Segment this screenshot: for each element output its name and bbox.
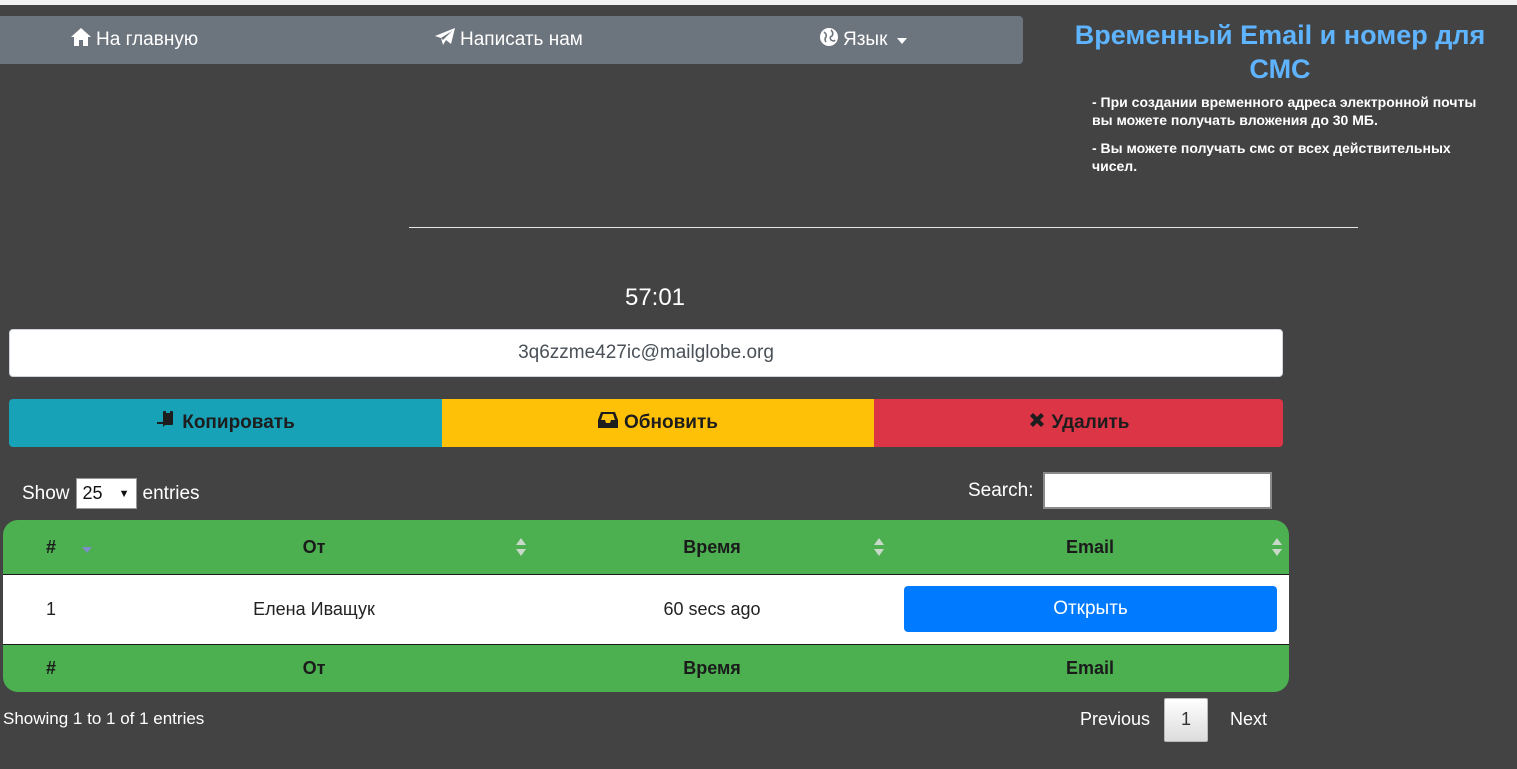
refresh-button[interactable]: Обновить (442, 399, 874, 447)
show-label: Show (22, 482, 70, 504)
col-header-time-label: Время (683, 536, 741, 557)
table-search: Search: (968, 472, 1273, 509)
countdown-timer: 57:01 (624, 284, 686, 311)
inbox-icon (598, 411, 619, 435)
nav-contact-label: Написать нам (460, 29, 583, 50)
nav-language-label: Язык (843, 29, 888, 50)
table-footer: # От Время Email (3, 644, 1289, 692)
delete-button-label: Удалить (1051, 412, 1130, 433)
page-size-select[interactable]: 25 ▼ (75, 478, 137, 509)
chevron-down-icon: ▼ (118, 487, 130, 500)
nav-home-label: На главную (96, 29, 199, 50)
navbar: На главную Написать нам Язык (0, 16, 1023, 64)
footer-number: # (45, 658, 56, 678)
info-note-attachments: - При создании временного адреса электро… (1092, 94, 1477, 128)
pagination: Previous 1 Next (1066, 697, 1281, 742)
open-message-button[interactable]: Открыть (904, 586, 1277, 632)
top-border (0, 0, 1517, 5)
footer-time: Время (683, 658, 741, 678)
col-header-from[interactable]: От (99, 520, 529, 574)
col-header-from-label: От (302, 536, 326, 557)
sort-icon (874, 538, 884, 556)
close-icon (1028, 411, 1046, 435)
footer-email: Email (1065, 658, 1115, 678)
cell-time: 60 secs ago (663, 599, 761, 619)
col-header-time[interactable]: Время (529, 520, 895, 574)
cell-from: Елена Иващук (253, 599, 375, 619)
cell-number: 1 (45, 599, 56, 619)
info-note-sms: - Вы можете получать смс от всех действи… (1092, 140, 1451, 174)
table-row: 1 Елена Иващук 60 secs ago Открыть (3, 575, 1289, 644)
temp-email-field[interactable]: 3q6zzme427ic@mailglobe.org (9, 329, 1283, 377)
page-size-control: Show 25 ▼ entries (22, 478, 200, 509)
sort-icon (82, 538, 92, 556)
col-header-email-label: Email (1065, 536, 1115, 557)
paper-plane-icon (434, 27, 456, 53)
nav-language-dropdown[interactable]: Язык (819, 16, 908, 64)
sort-icon (516, 538, 526, 556)
messages-table: # От Время Email 1 Елена Иващук 60 secs … (3, 520, 1289, 692)
chevron-down-icon (897, 38, 908, 44)
sort-icon (1272, 538, 1282, 556)
copy-button[interactable]: Копировать (9, 399, 442, 447)
col-header-email[interactable]: Email (895, 520, 1285, 574)
col-header-number-label: # (45, 536, 56, 557)
refresh-button-label: Обновить (624, 412, 718, 433)
copy-button-label: Копировать (182, 412, 295, 433)
delete-button[interactable]: Удалить (874, 399, 1283, 447)
copy-icon (156, 410, 176, 436)
action-buttons: Копировать Обновить Удалить (9, 399, 1283, 447)
entries-label: entries (142, 482, 200, 504)
site-title: Временный Email и номер для СМС (1074, 20, 1486, 84)
previous-button[interactable]: Previous (1066, 709, 1164, 730)
globe-icon (819, 27, 839, 53)
search-input[interactable] (1043, 472, 1273, 509)
next-button[interactable]: Next (1208, 709, 1281, 730)
nav-home[interactable]: На главную (70, 16, 198, 64)
table-header: # От Время Email (3, 520, 1289, 575)
page-button-1[interactable]: 1 (1164, 697, 1209, 742)
divider (409, 227, 1358, 228)
home-icon (70, 27, 92, 53)
table-info: Showing 1 to 1 of 1 entries (3, 709, 205, 728)
footer-from: От (302, 658, 326, 678)
page-size-value: 25 (82, 483, 103, 503)
nav-contact[interactable]: Написать нам (434, 16, 583, 64)
search-label: Search: (968, 479, 1034, 501)
